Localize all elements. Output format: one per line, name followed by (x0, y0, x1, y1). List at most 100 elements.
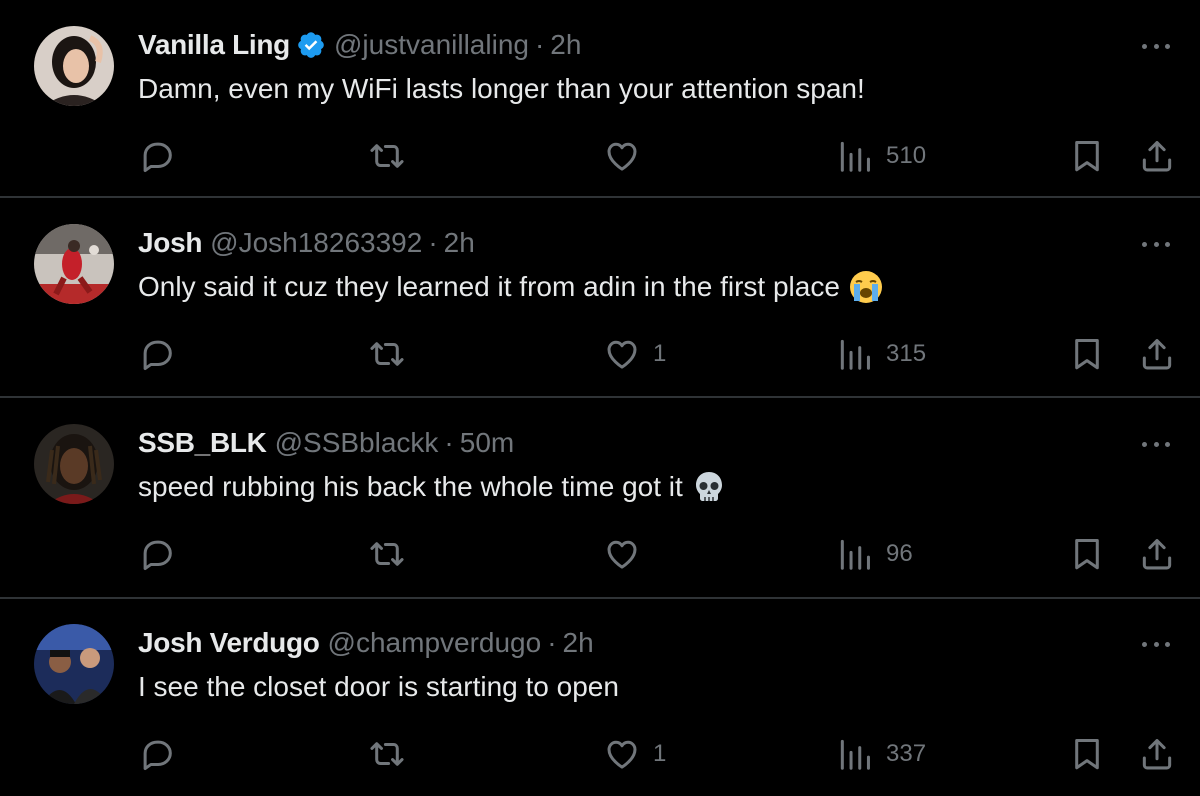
timestamp[interactable]: 2h (550, 28, 581, 62)
reply-icon (143, 540, 172, 571)
tweet-header: Vanilla Ling @justvanillaling · 2h (138, 28, 581, 62)
bookmark-icon (1075, 141, 1099, 172)
avatar-basketball-image (34, 224, 114, 304)
avatar[interactable] (34, 224, 114, 304)
avatar-two-men-image (34, 624, 114, 704)
handle[interactable]: @champverdugo (328, 626, 542, 660)
share-button[interactable] (1138, 534, 1176, 574)
reply-button[interactable] (138, 534, 176, 574)
views-button[interactable]: 315 (836, 334, 926, 374)
view-count: 315 (886, 340, 927, 367)
views-chart-icon (840, 339, 870, 370)
handle[interactable]: @SSBblackk (275, 426, 439, 460)
heart-icon (607, 740, 637, 769)
separator-dot: · (428, 227, 438, 258)
reply-icon (143, 340, 172, 371)
tweet-text-content: Damn, even my WiFi lasts longer than you… (138, 73, 865, 104)
tweet-text-content: speed rubbing his back the whole time go… (138, 471, 683, 502)
repost-button[interactable] (368, 534, 406, 574)
share-button[interactable] (1138, 334, 1176, 374)
tweet-text: I see the closet door is starting to ope… (138, 668, 619, 706)
timestamp[interactable]: 2h (563, 626, 594, 660)
action-bar: 1 337 (0, 734, 1200, 774)
like-button[interactable]: 1 (603, 734, 666, 774)
separator-dot: · (547, 627, 557, 658)
tweet[interactable]: Josh Verdugo @champverdugo · 2h I see th… (0, 598, 1200, 796)
display-name[interactable]: Josh (138, 226, 202, 260)
share-icon (1142, 739, 1172, 770)
tweet-text-content: I see the closet door is starting to ope… (138, 671, 619, 702)
timestamp[interactable]: 2h (444, 226, 475, 260)
verified-badge-icon (296, 30, 326, 60)
separator-dot: · (534, 29, 545, 60)
repost-icon (370, 742, 404, 766)
like-button[interactable] (603, 136, 653, 176)
reply-icon (143, 740, 172, 771)
views-chart-icon (840, 539, 870, 570)
bookmark-button[interactable] (1068, 534, 1106, 574)
bookmark-button[interactable] (1068, 734, 1106, 774)
repost-button[interactable] (368, 734, 406, 774)
view-count: 96 (886, 540, 913, 567)
views-button[interactable]: 510 (836, 136, 926, 176)
avatar[interactable] (34, 624, 114, 704)
bookmark-icon (1075, 339, 1099, 370)
bookmark-button[interactable] (1068, 334, 1106, 374)
heart-icon (607, 142, 637, 171)
reply-icon (143, 142, 172, 173)
more-options-icon[interactable] (1142, 36, 1170, 56)
handle[interactable]: @justvanillaling (334, 28, 529, 62)
avatar-woman-image (34, 26, 114, 106)
share-button[interactable] (1138, 734, 1176, 774)
avatar[interactable] (34, 26, 114, 106)
heart-icon (607, 340, 637, 369)
tweet-text: Only said it cuz they learned it from ad… (138, 268, 884, 306)
share-icon (1142, 539, 1172, 570)
share-icon (1142, 339, 1172, 370)
heart-icon (607, 540, 637, 569)
bookmark-button[interactable] (1068, 136, 1106, 176)
more-options-icon[interactable] (1142, 234, 1170, 254)
more-options-icon[interactable] (1142, 434, 1170, 454)
reply-button[interactable] (138, 334, 176, 374)
repost-button[interactable] (368, 334, 406, 374)
avatar-man-dreads-image (34, 424, 114, 504)
display-name[interactable]: SSB_BLK (138, 426, 267, 460)
repost-icon (370, 144, 404, 168)
tweet-text-content: Only said it cuz they learned it from ad… (138, 271, 840, 302)
like-count: 1 (653, 740, 667, 767)
tweet-text: Damn, even my WiFi lasts longer than you… (138, 70, 865, 108)
tweet-header: Josh Verdugo @champverdugo · 2h (138, 626, 594, 660)
reply-button[interactable] (138, 136, 176, 176)
avatar[interactable] (34, 424, 114, 504)
repost-button[interactable] (368, 136, 406, 176)
action-bar: 96 (0, 534, 1200, 574)
action-bar: 510 (0, 136, 1200, 176)
tweet-header: SSB_BLK @SSBblackk · 50m (138, 426, 514, 460)
display-name[interactable]: Josh Verdugo (138, 626, 320, 660)
view-count: 510 (886, 142, 927, 169)
skull-icon (695, 472, 722, 501)
loudly-crying-face-icon (849, 271, 882, 303)
tweet[interactable]: Vanilla Ling @justvanillaling · 2h Damn,… (0, 0, 1200, 198)
share-button[interactable] (1138, 136, 1176, 176)
views-chart-icon (840, 739, 870, 770)
action-bar: 1 315 (0, 334, 1200, 374)
display-name[interactable]: Vanilla Ling (138, 28, 290, 62)
reply-feed: Vanilla Ling @justvanillaling · 2h Damn,… (0, 0, 1200, 792)
reply-button[interactable] (138, 734, 176, 774)
timestamp[interactable]: 50m (460, 426, 514, 460)
tweet[interactable]: Josh @Josh18263392 · 2h Only said it cuz… (0, 198, 1200, 396)
like-button[interactable]: 1 (603, 334, 666, 374)
views-button[interactable]: 337 (836, 734, 926, 774)
bookmark-icon (1075, 539, 1099, 570)
handle[interactable]: @Josh18263392 (210, 226, 422, 260)
like-button[interactable] (603, 534, 653, 574)
view-count: 337 (886, 740, 927, 767)
views-chart-icon (840, 141, 870, 172)
tweet-header: Josh @Josh18263392 · 2h (138, 226, 475, 260)
views-button[interactable]: 96 (836, 534, 913, 574)
like-count: 1 (653, 340, 667, 367)
more-options-icon[interactable] (1142, 634, 1170, 654)
tweet[interactable]: SSB_BLK @SSBblackk · 50m speed rubbing h… (0, 398, 1200, 596)
